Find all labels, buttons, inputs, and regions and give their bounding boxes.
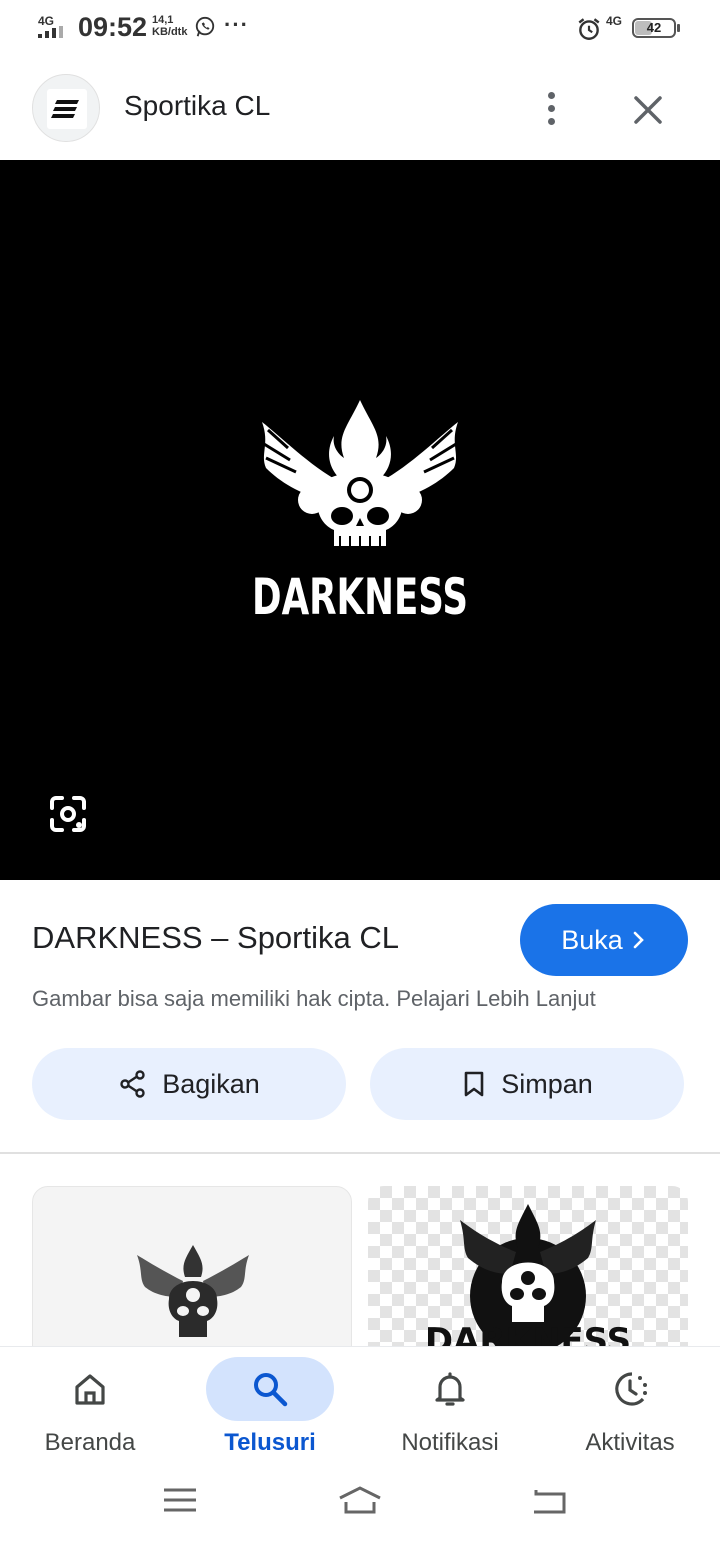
home-gesture-icon[interactable]: [336, 1480, 384, 1520]
status-bar: 4G 09:52 14,1 KB/dtk ··· 4G 42: [0, 0, 720, 56]
battery-icon: 42: [632, 18, 680, 38]
darkness-logo-text: DARKNESS: [252, 568, 468, 626]
nav-notifications[interactable]: Notifikasi: [360, 1347, 540, 1467]
more-options-button[interactable]: [536, 86, 568, 130]
site-favicon: [32, 74, 100, 142]
save-button[interactable]: Simpan: [370, 1048, 684, 1120]
darkness-skull-logo: DARKNESS: [252, 400, 468, 626]
google-lens-icon[interactable]: [46, 792, 90, 836]
related-darkness-thumbnail: DARKNESS: [425, 1204, 631, 1361]
save-label: Simpan: [501, 1068, 593, 1099]
result-title: DARKNESS – Sportika CL: [32, 920, 399, 955]
bell-icon: [435, 1372, 465, 1406]
system-navigation-bar: [0, 1470, 720, 1534]
network-speed: 14,1 KB/dtk: [152, 14, 187, 38]
search-icon: [254, 1373, 288, 1407]
share-icon: [120, 1070, 145, 1098]
related-image[interactable]: [32, 1186, 352, 1366]
nav-home[interactable]: Beranda: [0, 1347, 180, 1467]
preview-image[interactable]: DARKNESS: [0, 160, 720, 880]
bookmark-icon: [464, 1071, 484, 1097]
recent-apps-icon[interactable]: [156, 1480, 204, 1520]
nav-notifications-label: Notifikasi: [401, 1429, 499, 1456]
alarm-icon: [578, 18, 600, 40]
viewer-header: Sportika CL: [0, 56, 720, 160]
open-button-label: Buka: [561, 924, 623, 955]
section-divider: [0, 1152, 720, 1154]
chevron-right-icon: [633, 931, 644, 949]
nav-home-label: Beranda: [44, 1429, 136, 1456]
signal-icon: [38, 26, 68, 38]
network-type-right: 4G: [606, 14, 623, 28]
open-button[interactable]: Buka: [520, 904, 688, 976]
nav-search-label: Telusuri: [224, 1429, 316, 1456]
related-image[interactable]: DARKNESS: [368, 1186, 688, 1366]
copyright-notice[interactable]: Gambar bisa saja memiliki hak cipta. Pel…: [32, 986, 596, 1012]
battery-level: 42: [646, 20, 662, 35]
home-icon: [75, 1374, 105, 1405]
nav-activity-label: Aktivitas: [585, 1429, 675, 1456]
nav-search[interactable]: Telusuri: [180, 1347, 360, 1467]
sportika-logo-icon: [51, 100, 79, 118]
more-notifications-icon: ···: [224, 12, 249, 37]
related-skull-thumbnail: [137, 1245, 249, 1337]
network-speed-unit: KB/dtk: [152, 26, 188, 38]
activity-icon: [615, 1372, 647, 1406]
clock: 09:52: [78, 12, 148, 42]
share-button[interactable]: Bagikan: [32, 1048, 346, 1120]
share-label: Bagikan: [162, 1068, 260, 1099]
whatsapp-icon: [195, 16, 215, 37]
network-speed-value: 14,1: [152, 14, 174, 26]
site-name[interactable]: Sportika CL: [124, 90, 270, 122]
back-icon[interactable]: [526, 1480, 574, 1520]
nav-activity[interactable]: Aktivitas: [540, 1347, 720, 1467]
close-button[interactable]: [628, 90, 668, 130]
